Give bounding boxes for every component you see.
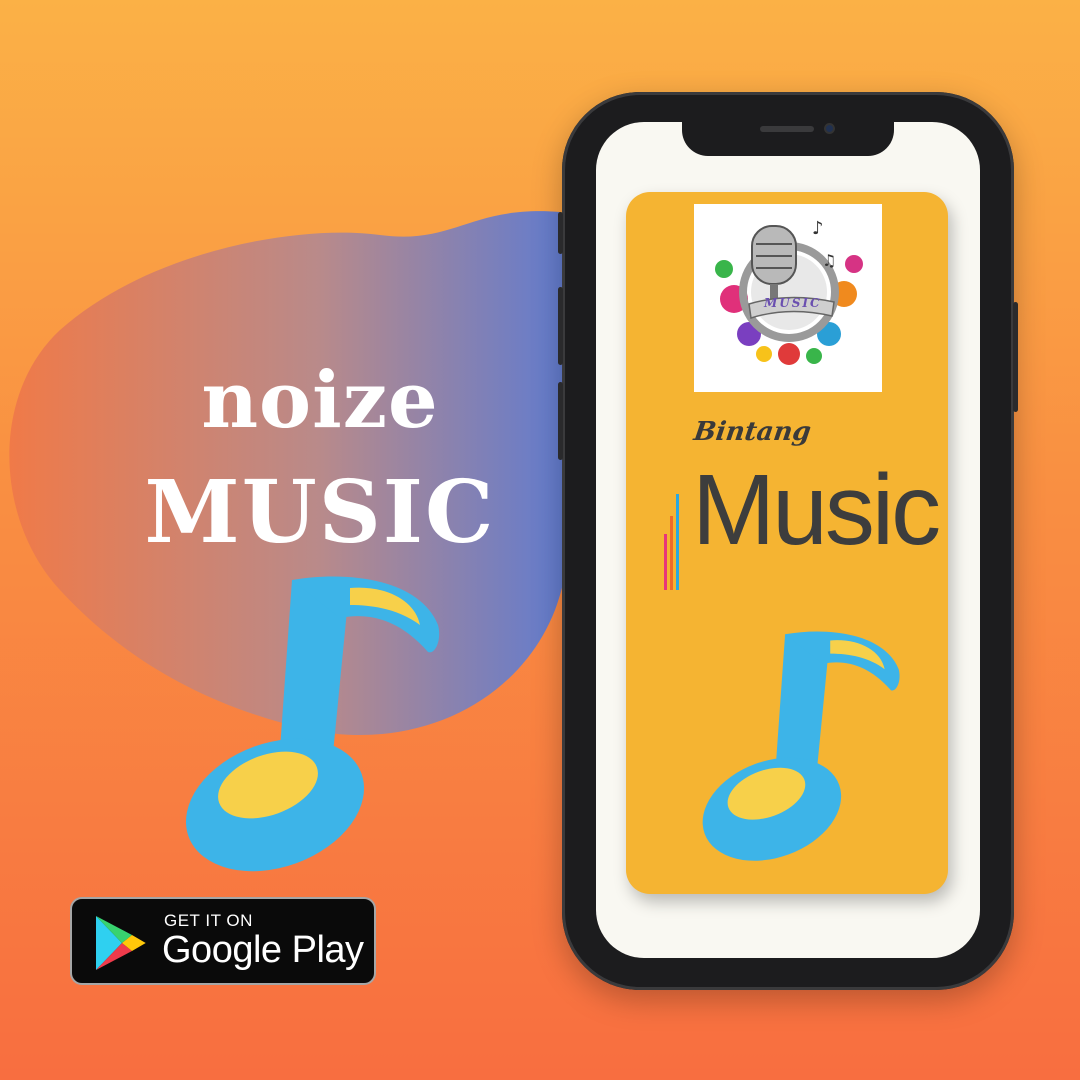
brand-music: Music [692, 454, 941, 566]
speaker-grille [760, 126, 814, 132]
phone-mockup: ♪ ♫ MUSIC Bintang Music [558, 92, 1018, 990]
svg-text:♪: ♪ [812, 218, 824, 239]
headline-music: MUSIC [144, 462, 496, 563]
badge-get-it-on: GET IT ON [164, 911, 253, 930]
brand-bintang: Bintang [691, 417, 813, 447]
front-camera-icon [824, 123, 835, 134]
badge-google-play: Google Play [162, 929, 364, 971]
app-icon-label: MUSIC [764, 296, 822, 310]
google-play-logo-icon [96, 916, 146, 970]
music-note-icon-small [702, 631, 900, 861]
svg-text:♫: ♫ [822, 251, 836, 270]
phone-volume-up [558, 287, 563, 365]
promo-canvas: noize MUSIC GET IT ON Google Play ♪ ♫ MU… [0, 0, 1080, 1080]
phone-power-button [1013, 302, 1018, 412]
music-note-icon [185, 576, 440, 872]
app-splash-card: ♪ ♫ MUSIC Bintang Music [626, 192, 948, 894]
phone-volume-down [558, 382, 563, 460]
equalizer-bars-icon [664, 494, 679, 590]
app-icon[interactable]: ♪ ♫ MUSIC [694, 204, 882, 392]
phone-notch [682, 122, 894, 156]
google-play-badge[interactable]: GET IT ON Google Play [70, 897, 376, 985]
phone-silent-switch [558, 212, 563, 254]
phone-screen: ♪ ♫ MUSIC Bintang Music [596, 122, 980, 958]
headline-noize: noize [201, 355, 439, 446]
